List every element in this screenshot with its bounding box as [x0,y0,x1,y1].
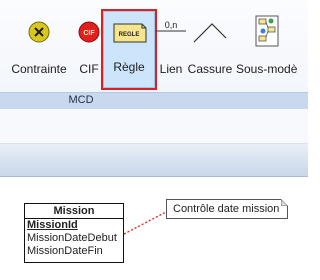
entity-attribute: MissionDateFin [27,245,103,257]
rule-note[interactable]: Contrôle date mission [166,199,288,219]
note-fold-icon [281,199,288,206]
rule-note-text: Contrôle date mission [173,203,280,215]
entity-attribute: MissionDateDebut [27,232,117,244]
entity-title: Mission [25,204,123,219]
mission-entity[interactable]: Mission MissionId MissionDateDebut Missi… [24,203,124,263]
entity-attribute-key: MissionId [27,219,78,231]
